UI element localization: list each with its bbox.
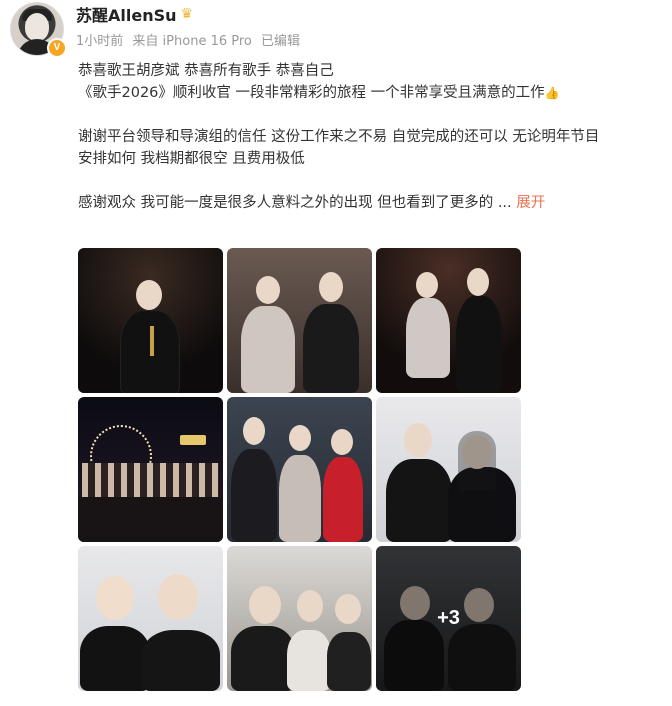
post-source: 来自 iPhone 16 Pro (132, 34, 252, 49)
post-time[interactable]: 1小时前 (76, 34, 123, 49)
photo-thumbnail-7[interactable] (78, 546, 223, 691)
verified-badge-icon: V (47, 38, 67, 58)
post-content: 恭喜歌王胡彦斌 恭喜所有歌手 恭喜自己 《歌手2026》顺利收官 一段非常精彩的… (78, 60, 668, 214)
photo-thumbnail-6[interactable] (376, 397, 521, 542)
photo-thumbnail-3[interactable] (376, 248, 521, 393)
post-text-line-5: 感谢观众 我可能一度是很多人意料之外的出现 但也看到了更多的 ... 展开 (78, 192, 668, 214)
crown-icon: ♛ (180, 6, 194, 22)
more-photos-overlay[interactable]: +3 (376, 546, 521, 691)
image-grid: +3 (78, 248, 521, 691)
photo-thumbnail-5[interactable] (227, 397, 372, 542)
photo-thumbnail-2[interactable] (227, 248, 372, 393)
post-meta: 1小时前 来自 iPhone 16 Pro 已编辑 (76, 30, 305, 49)
post-text-line: 谢谢平台领导和导演组的信任 这份工作来之不易 自觉完成的还可以 无论明年节目 (78, 129, 600, 145)
photo-thumbnail-4[interactable] (78, 397, 223, 542)
thumbs-up-icon: 👍 (544, 86, 560, 100)
post-edited[interactable]: 已编辑 (261, 34, 300, 49)
photo-thumbnail-1[interactable] (78, 248, 223, 393)
username-row[interactable]: 苏醒AllenSu ♛ (76, 2, 193, 26)
post-text-line-2: 《歌手2026》顺利收官 一段非常精彩的旅程 一个非常享受且满意的工作👍 (78, 82, 668, 104)
username[interactable]: 苏醒AllenSu (76, 2, 177, 26)
post-text-truncated: 感谢观众 我可能一度是很多人意料之外的出现 但也看到了更多的 ... (78, 195, 512, 211)
expand-link[interactable]: 展开 (516, 195, 545, 211)
photo-thumbnail-8[interactable] (227, 546, 372, 691)
photo-thumbnail-9[interactable]: +3 (376, 546, 521, 691)
avatar-face (25, 13, 49, 41)
post-text-line-2-text: 《歌手2026》顺利收官 一段非常精彩的旅程 一个非常享受且满意的工作 (78, 85, 545, 101)
post-text-line: 恭喜歌王胡彦斌 恭喜所有歌手 恭喜自己 (78, 63, 334, 79)
post-text-line: 安排如何 我档期都很空 且费用极低 (78, 151, 305, 167)
